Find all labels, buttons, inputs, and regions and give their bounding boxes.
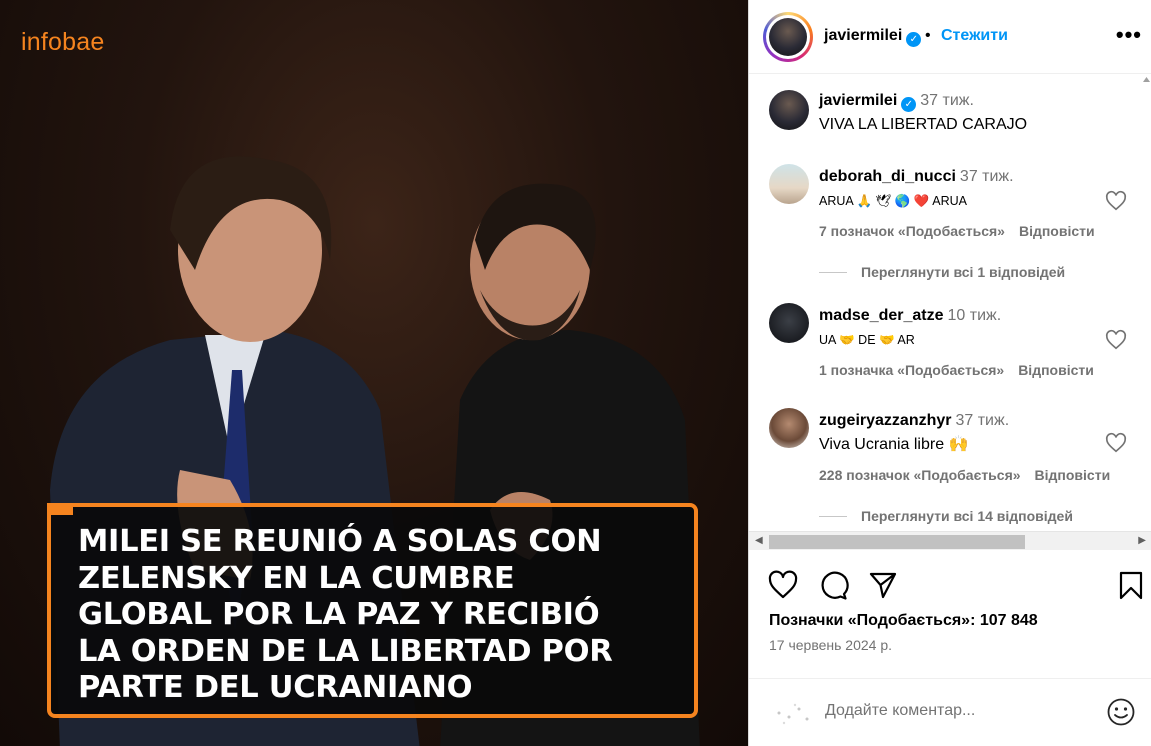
comment-username[interactable]: madse_der_atze 10 тиж. [819, 307, 1001, 325]
comment-time[interactable]: 37 тиж. [960, 168, 1014, 185]
scrollbar-thumb[interactable] [769, 535, 1025, 549]
comment-like-heart-icon[interactable] [1105, 190, 1127, 212]
comment-avatar[interactable] [769, 408, 809, 448]
comment-time[interactable]: 37 тиж. [955, 412, 1009, 429]
follow-button[interactable]: Стежити [941, 27, 1008, 45]
add-comment-input[interactable]: Додайте коментар... [825, 702, 975, 720]
comment-meta: 1 позначка «Подобається» Відповісти [819, 362, 1094, 378]
comments-list[interactable]: javiermilei ✓ 37 тиж. VIVA LA LIBERTAD CAR… [749, 75, 1151, 532]
comment-likes[interactable]: 7 позначок «Подобається» [819, 223, 1005, 239]
post-actions [749, 565, 1151, 605]
more-options-icon[interactable]: ••• [1116, 22, 1142, 48]
infobae-logo: infobae [21, 28, 105, 56]
caption-username[interactable]: javiermilei ✓ 37 тиж. [819, 92, 974, 112]
comment-like-heart-icon[interactable] [1105, 329, 1127, 351]
horizontal-scrollbar[interactable]: ◀ ▶ [749, 531, 1151, 550]
headline-accent [47, 503, 73, 515]
share-icon[interactable] [867, 569, 899, 601]
comment-avatar[interactable] [769, 164, 809, 204]
comment-avatar[interactable] [769, 303, 809, 343]
likes-count[interactable]: Позначки «Подобається»: 107 848 [769, 612, 1038, 630]
headline-text: MILEI SE REUNIÓ A SOLAS CON ZELENSKY EN … [78, 524, 613, 705]
comment-text: ARUA 🙏 🕊 🌎 ❤️ ARUA [819, 194, 968, 208]
separator-dot: • [925, 27, 931, 44]
post-date[interactable]: 17 червень 2024 р. [769, 637, 892, 653]
reply-button[interactable]: Відповісти [1035, 467, 1111, 483]
emoji-icon[interactable] [1106, 697, 1136, 727]
comment-meta: 7 позначок «Подобається» Відповісти [819, 223, 1095, 239]
add-comment-bar: Додайте коментар... [749, 678, 1151, 746]
author-username[interactable]: javiermilei ✓ [824, 27, 922, 47]
comment-icon[interactable] [817, 569, 849, 601]
comment-likes[interactable]: 1 позначка «Подобається» [819, 362, 1004, 378]
comment-like-heart-icon[interactable] [1105, 432, 1127, 454]
reply-button[interactable]: Відповісти [1019, 223, 1095, 239]
divider [819, 271, 847, 273]
reply-button[interactable]: Відповісти [1018, 362, 1094, 378]
add-comment-avatar-icon [777, 703, 809, 725]
instagram-post-view: infobae MILEI SE REUNIÓ A SOLAS CON ZELE… [0, 0, 1151, 746]
comment-text: Viva Ucrania libre 🙌 [819, 436, 969, 453]
comment-likes[interactable]: 228 позначок «Подобається» [819, 467, 1021, 483]
scroll-left-icon[interactable]: ◀ [755, 535, 763, 546]
view-replies-button[interactable]: Переглянути всі 14 відповідей [819, 508, 1073, 524]
scroll-right-icon[interactable]: ▶ [1138, 535, 1146, 546]
bookmark-icon[interactable] [1115, 569, 1147, 601]
post-image[interactable]: infobae MILEI SE REUNIÓ A SOLAS CON ZELE… [0, 0, 748, 746]
verified-badge-icon: ✓ [901, 97, 917, 112]
divider [819, 515, 847, 517]
caption-avatar[interactable] [769, 90, 809, 130]
vertical-scrollbar[interactable] [1142, 75, 1151, 531]
comment-text: UA 🤝 DE 🤝 AR [819, 333, 915, 347]
post-header: javiermilei ✓ • Стежити ••• [749, 0, 1151, 74]
comment-username[interactable]: zugeiryazzanzhyr 37 тиж. [819, 412, 1009, 430]
author-avatar[interactable] [763, 12, 813, 62]
comment-meta: 228 позначок «Подобається» Відповісти [819, 467, 1110, 483]
caption-time[interactable]: 37 тиж. [920, 92, 974, 109]
comment-time[interactable]: 10 тиж. [948, 307, 1002, 324]
heart-icon[interactable] [767, 569, 799, 601]
comment-username[interactable]: deborah_di_nucci 37 тиж. [819, 168, 1014, 186]
post-side-panel: javiermilei ✓ • Стежити ••• javiermilei ✓ 3… [748, 0, 1151, 746]
view-replies-button[interactable]: Переглянути всі 1 відповідей [819, 264, 1065, 280]
caption-text: VIVA LA LIBERTAD CARAJO [819, 116, 1028, 133]
verified-badge-icon: ✓ [906, 32, 922, 47]
